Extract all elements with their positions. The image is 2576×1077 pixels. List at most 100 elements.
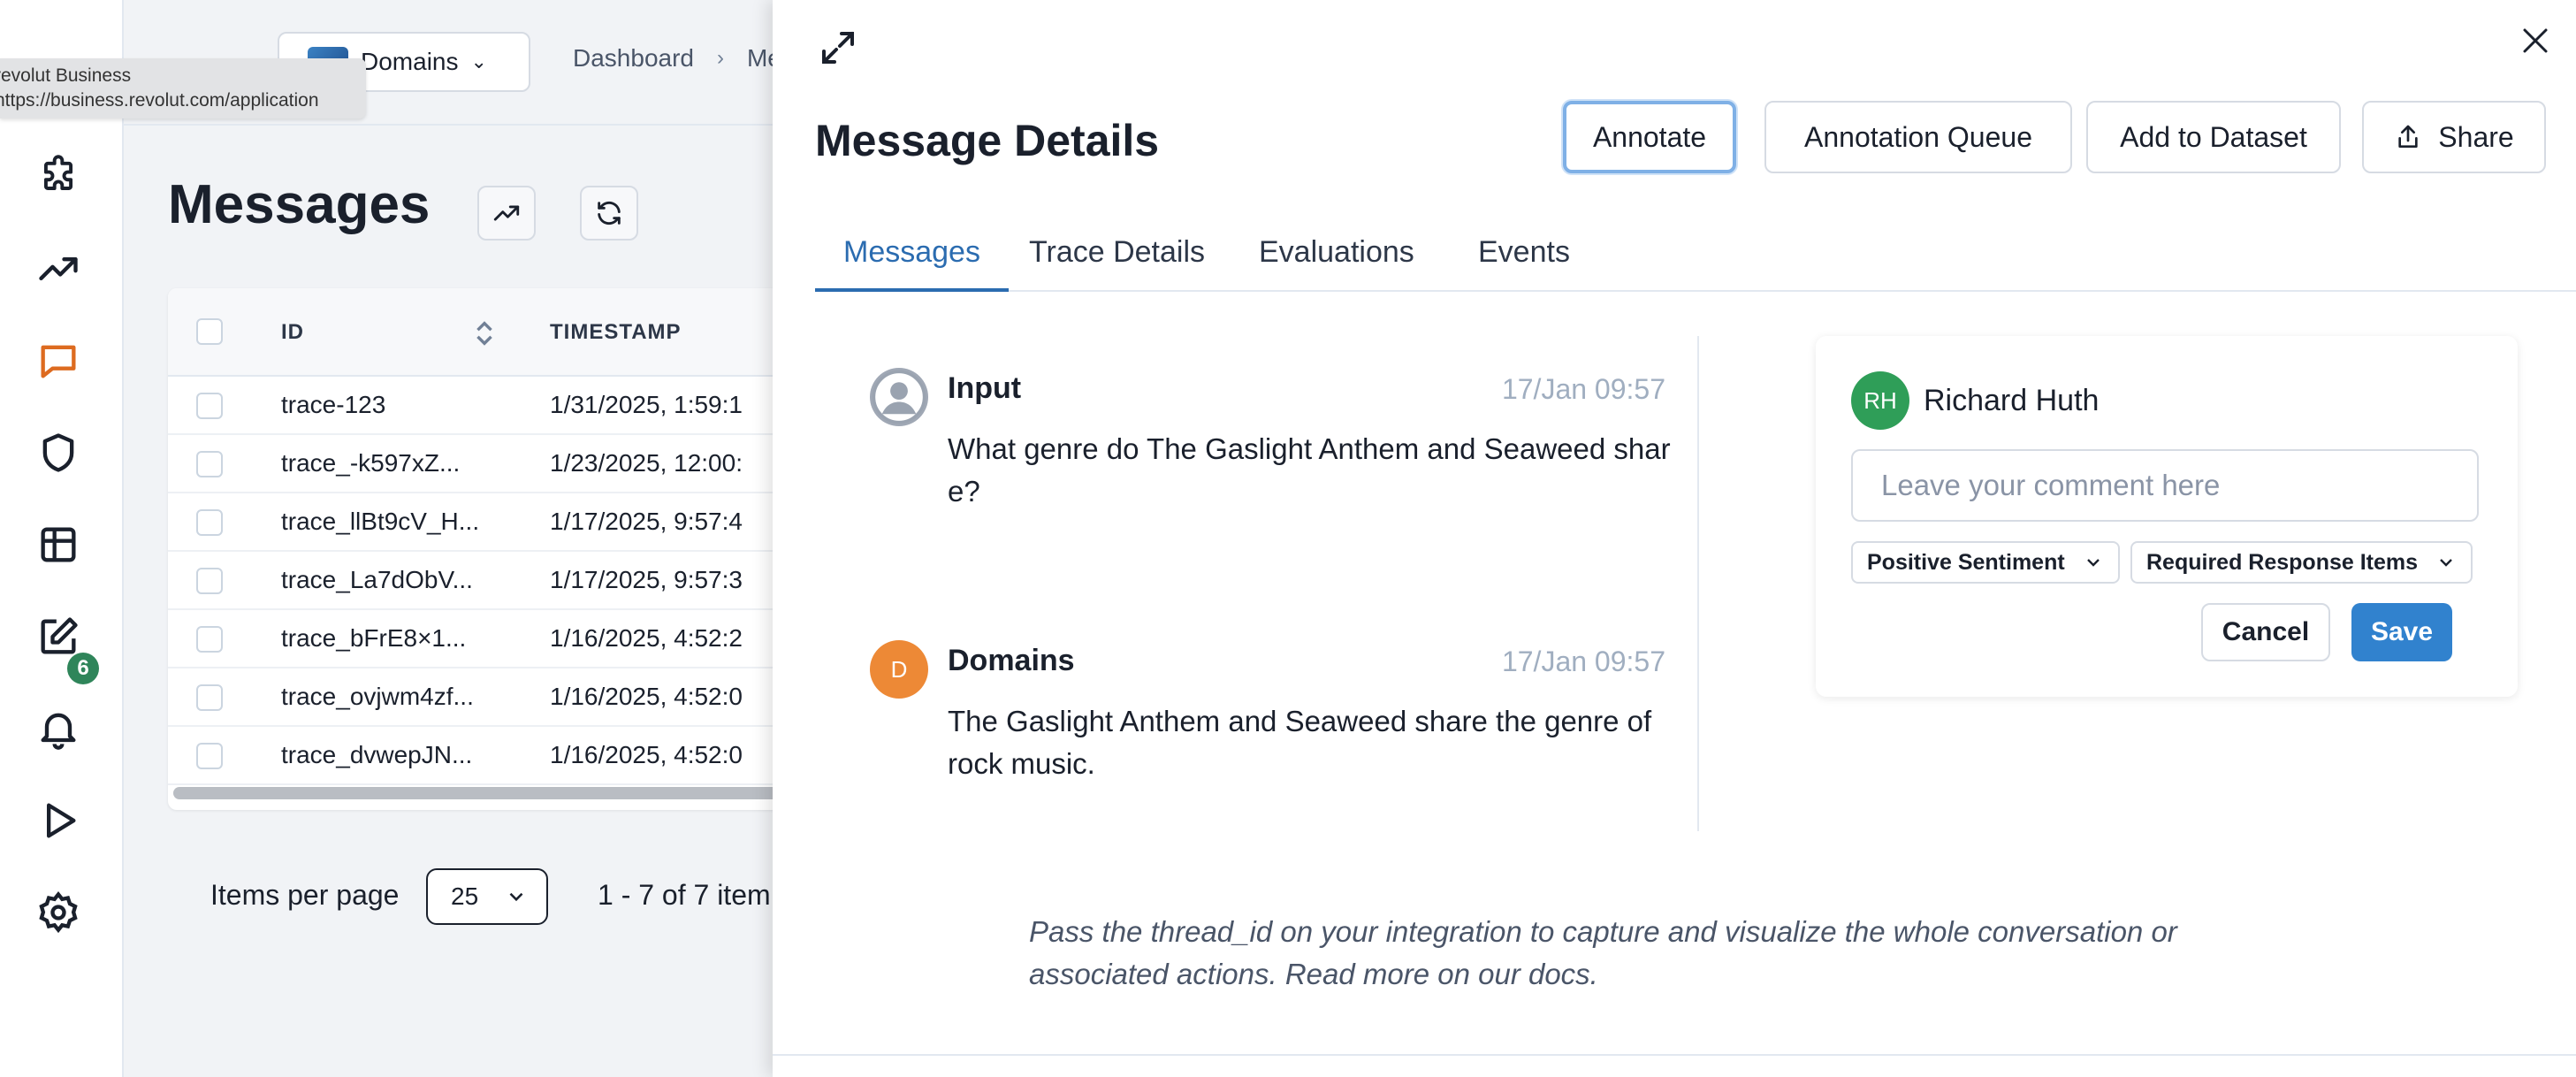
chevron-down-icon: ⌄	[470, 50, 487, 73]
close-icon[interactable]	[2519, 25, 2551, 57]
message-item: D Domains 17/Jan 09:57 The Gaslight Anth…	[870, 640, 1665, 817]
row-id: trace_ovjwm4zf...	[281, 683, 474, 710]
message-text: The Gaslight Anthem and Seaweed share th…	[948, 705, 1652, 780]
tab-evaluations[interactable]: Evaluations	[1231, 235, 1443, 292]
play-icon[interactable]	[32, 794, 85, 847]
row-id: trace-123	[281, 391, 386, 418]
row-timestamp: 1/16/2025, 4:52:0	[550, 683, 743, 710]
row-id: trace_bFrE8×1...	[281, 624, 467, 652]
message-timestamp: 17/Jan 09:57	[1501, 645, 1665, 677]
expand-icon[interactable]	[817, 27, 859, 69]
notification-badge: 6	[67, 653, 99, 684]
save-button[interactable]: Save	[2351, 603, 2452, 661]
bell-icon[interactable]	[32, 702, 85, 755]
row-timestamp: 1/23/2025, 12:00:	[550, 449, 743, 477]
user-avatar-icon	[870, 368, 928, 426]
message-author: Input	[948, 371, 1022, 405]
puzzle-icon[interactable]	[32, 150, 85, 203]
chevron-right-icon: ›	[716, 46, 724, 70]
pager-count: 1 - 7 of 7 item	[598, 879, 771, 911]
drawer-tabs: Messages Trace Details Evaluations Event…	[815, 223, 2576, 292]
response-items-select[interactable]: Required Response Items	[2130, 541, 2473, 584]
row-checkbox[interactable]	[196, 626, 223, 653]
row-checkbox[interactable]	[196, 393, 223, 419]
share-button[interactable]: Share	[2362, 101, 2546, 173]
table-row[interactable]: trace_dvwepJN... 1/16/2025, 4:52:0	[168, 727, 787, 785]
message-details-drawer: Message Details Annotate Annotation Queu…	[773, 0, 2576, 1077]
sidebar-rail: 6	[0, 0, 124, 1077]
messages-column: Input 17/Jan 09:57 What genre do The Gas…	[815, 336, 1699, 831]
row-id: trace_llBt9cV_H...	[281, 508, 480, 535]
comment-input[interactable]	[1851, 449, 2479, 522]
chevron-down-icon	[2440, 559, 2452, 567]
commenter-name: Richard Huth	[1924, 384, 2100, 417]
table-row[interactable]: trace_bFrE8×1... 1/16/2025, 4:52:2	[168, 610, 787, 668]
cancel-button[interactable]: Cancel	[2201, 603, 2330, 661]
refresh-button[interactable]	[580, 186, 638, 241]
annotation-queue-button[interactable]: Annotation Queue	[1764, 101, 2072, 173]
table-body: trace-123 1/31/2025, 1:59:1 trace_-k597xZ.…	[168, 377, 787, 785]
share-icon	[2398, 125, 2418, 148]
tab-trace-details[interactable]: Trace Details	[1001, 235, 1233, 292]
table-row[interactable]: trace_La7dObV... 1/17/2025, 9:57:3	[168, 552, 787, 610]
url-tooltip: revolut Business https://business.revolu…	[0, 58, 366, 118]
select-all-checkbox[interactable]	[196, 318, 223, 345]
tooltip-title: revolut Business	[0, 65, 132, 86]
row-timestamp: 1/16/2025, 4:52:0	[550, 741, 743, 768]
chevron-down-icon	[2086, 559, 2100, 567]
gear-icon[interactable]	[32, 886, 85, 939]
row-checkbox[interactable]	[196, 684, 223, 711]
table-icon[interactable]	[32, 518, 85, 571]
annotate-button[interactable]: Annotate	[1563, 101, 1736, 173]
items-per-page-select[interactable]: 25	[426, 868, 548, 925]
row-id: trace_La7dObV...	[281, 566, 473, 593]
trend-button[interactable]	[477, 186, 536, 241]
row-checkbox[interactable]	[196, 451, 223, 477]
message-author: Domains	[948, 644, 1075, 677]
tab-messages[interactable]: Messages	[815, 235, 1009, 292]
thread-hint-text: Pass the thread_id on your integration t…	[1029, 915, 2177, 990]
message-item: Input 17/Jan 09:57 What genre do The Gas…	[870, 368, 1671, 545]
row-checkbox[interactable]	[196, 509, 223, 536]
row-timestamp: 1/31/2025, 1:59:1	[550, 391, 743, 418]
message-text: What genre do The Gaslight Anthem and Se…	[948, 432, 1671, 508]
row-timestamp: 1/17/2025, 9:57:3	[550, 566, 743, 593]
sentiment-select[interactable]: Positive Sentiment	[1851, 541, 2120, 584]
person-icon	[872, 370, 926, 424]
tooltip-url: https://business.revolut.com/application	[0, 90, 319, 111]
table-row[interactable]: trace_llBt9cV_H... 1/17/2025, 9:57:4	[168, 493, 787, 552]
column-header-timestamp[interactable]: TIMESTAMP	[550, 320, 682, 345]
comment-card: RH Richard Huth Positive Sentiment Requi…	[1816, 336, 2518, 697]
response-items-label: Required Response Items	[2146, 549, 2419, 575]
breadcrumb-dashboard[interactable]: Dashboard	[573, 44, 694, 73]
items-per-page-label: Items per page	[210, 879, 400, 911]
share-label: Share	[2438, 120, 2514, 153]
chat-icon[interactable]	[32, 334, 85, 387]
sentiment-label: Positive Sentiment	[1867, 549, 2065, 575]
items-per-page-value: 25	[451, 882, 479, 910]
row-id: trace_dvwepJN...	[281, 741, 473, 768]
table-row[interactable]: trace_-k597xZ... 1/23/2025, 12:00:	[168, 435, 787, 493]
drawer-title: Message Details	[815, 116, 1160, 165]
table-row[interactable]: trace-123 1/31/2025, 1:59:1	[168, 377, 787, 435]
shield-icon[interactable]	[32, 426, 85, 479]
divider	[773, 1054, 2576, 1056]
horizontal-scrollbar[interactable]	[173, 787, 783, 799]
add-to-dataset-button[interactable]: Add to Dataset	[2086, 101, 2341, 173]
tab-events[interactable]: Events	[1450, 235, 1598, 292]
column-header-id[interactable]: ID	[281, 320, 304, 345]
sort-icon[interactable]	[474, 318, 495, 348]
row-checkbox[interactable]	[196, 568, 223, 594]
row-checkbox[interactable]	[196, 743, 223, 769]
row-id: trace_-k597xZ...	[281, 449, 461, 477]
commenter-avatar: RH	[1851, 371, 1909, 430]
chevron-down-icon	[509, 892, 523, 902]
trending-up-icon[interactable]	[32, 242, 85, 295]
row-timestamp: 1/17/2025, 9:57:4	[550, 508, 743, 535]
row-timestamp: 1/16/2025, 4:52:2	[550, 624, 743, 652]
page-title: Messages	[168, 174, 431, 235]
trending-up-icon	[493, 205, 520, 221]
table-row[interactable]: trace_ovjwm4zf... 1/16/2025, 4:52:0	[168, 668, 787, 727]
domain-avatar: D	[870, 640, 928, 699]
refresh-icon	[598, 201, 621, 225]
